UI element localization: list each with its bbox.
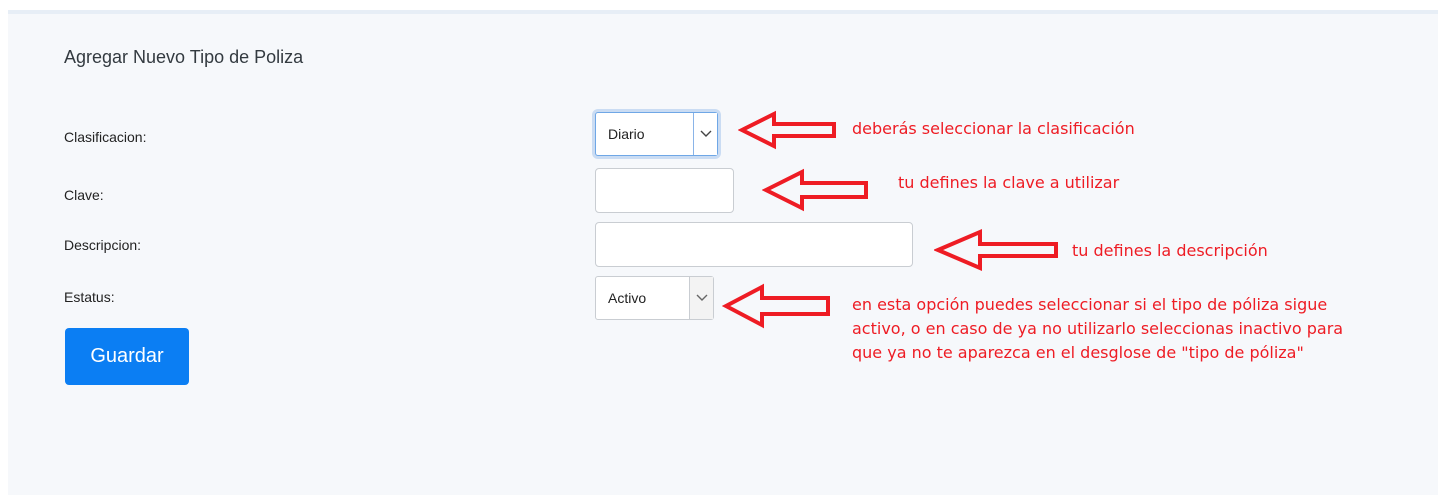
- estatus-select[interactable]: Activo: [595, 276, 714, 320]
- clasificacion-value: Diario: [608, 126, 645, 142]
- left-arrow-icon: [722, 283, 830, 329]
- annotation-estatus-line: activo, o en caso de ya no utilizarlo se…: [852, 319, 1344, 338]
- chevron-down-icon[interactable]: [689, 277, 713, 319]
- top-bar: [0, 0, 1438, 10]
- descripcion-input[interactable]: [595, 222, 913, 267]
- estatus-value: Activo: [608, 290, 647, 306]
- save-button[interactable]: Guardar: [65, 328, 189, 385]
- annotation-estatus: en esta opción puedes seleccionar si el …: [852, 293, 1343, 365]
- left-arrow-icon: [738, 110, 836, 150]
- form-title: Agregar Nuevo Tipo de Poliza: [64, 47, 304, 67]
- annotation-clasificacion: deberás seleccionar la clasificación: [852, 119, 1135, 138]
- annotation-estatus-line: que ya no te aparezca en el desglose de …: [852, 343, 1304, 362]
- clave-label: Clave:: [64, 187, 104, 203]
- clasificacion-label: Clasificacion:: [64, 129, 147, 145]
- chevron-down-icon[interactable]: [693, 113, 717, 155]
- estatus-label: Estatus:: [64, 289, 115, 305]
- annotation-clave: tu defines la clave a utilizar: [898, 173, 1120, 192]
- clasificacion-select[interactable]: Diario: [595, 112, 718, 156]
- annotation-estatus-line: en esta opción puedes seleccionar si el …: [852, 295, 1328, 314]
- clave-input[interactable]: [595, 168, 734, 213]
- left-arrow-icon: [762, 168, 868, 212]
- descripcion-label: Descripcion:: [64, 237, 142, 253]
- left-arrow-icon: [934, 228, 1058, 272]
- annotation-descripcion: tu defines la descripción: [1072, 241, 1268, 260]
